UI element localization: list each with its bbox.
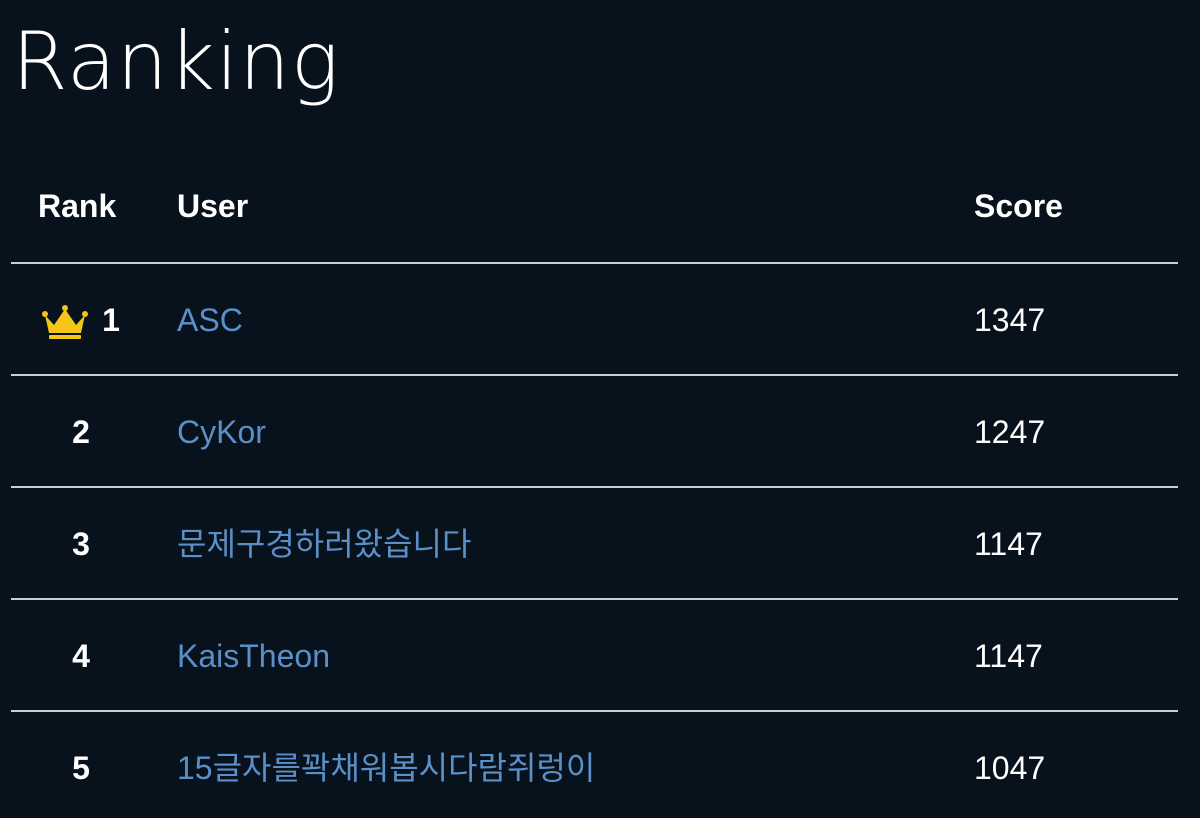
table-row: 2 CyKor 1247	[11, 376, 1178, 488]
page-title: Ranking	[12, 15, 340, 108]
rank-cell: 3	[11, 522, 151, 566]
user-link[interactable]: ASC	[177, 298, 243, 342]
rank-cell: 5	[11, 746, 151, 790]
score-value: 1347	[974, 302, 1046, 338]
rank-number: 3	[72, 526, 90, 562]
ranking-table: Rank User Score 1 ASC 1347 2 CyKor 1247	[11, 150, 1178, 818]
table-row: 4 KaisTheon 1147	[11, 600, 1178, 712]
column-header-score: Score	[974, 188, 1063, 224]
rank-number: 1	[102, 302, 120, 338]
column-header-user: User	[177, 188, 249, 224]
score-value: 1247	[974, 414, 1046, 450]
user-link[interactable]: 문제구경하러왔습니다	[177, 522, 471, 566]
score-value: 1147	[974, 638, 1043, 674]
rank-number: 4	[72, 638, 90, 674]
user-link[interactable]: 15글자를꽉채워봅시다람쥐렁이	[177, 746, 595, 790]
user-link[interactable]: KaisTheon	[177, 634, 330, 678]
user-link[interactable]: CyKor	[177, 410, 266, 454]
rank-cell: 2	[11, 410, 151, 454]
crown-icon	[42, 303, 89, 345]
column-header-rank: Rank	[38, 188, 117, 224]
rank-cell: 4	[11, 634, 151, 678]
table-row: 1 ASC 1347	[11, 264, 1178, 376]
table-header-row: Rank User Score	[11, 150, 1178, 264]
score-value: 1147	[974, 526, 1043, 562]
score-value: 1047	[974, 750, 1046, 786]
rank-number: 5	[72, 750, 90, 786]
table-row: 3 문제구경하러왔습니다 1147	[11, 488, 1178, 600]
rank-number: 2	[72, 414, 90, 450]
table-row: 5 15글자를꽉채워봅시다람쥐렁이 1047	[11, 712, 1178, 818]
rank-cell: 1	[11, 298, 151, 342]
